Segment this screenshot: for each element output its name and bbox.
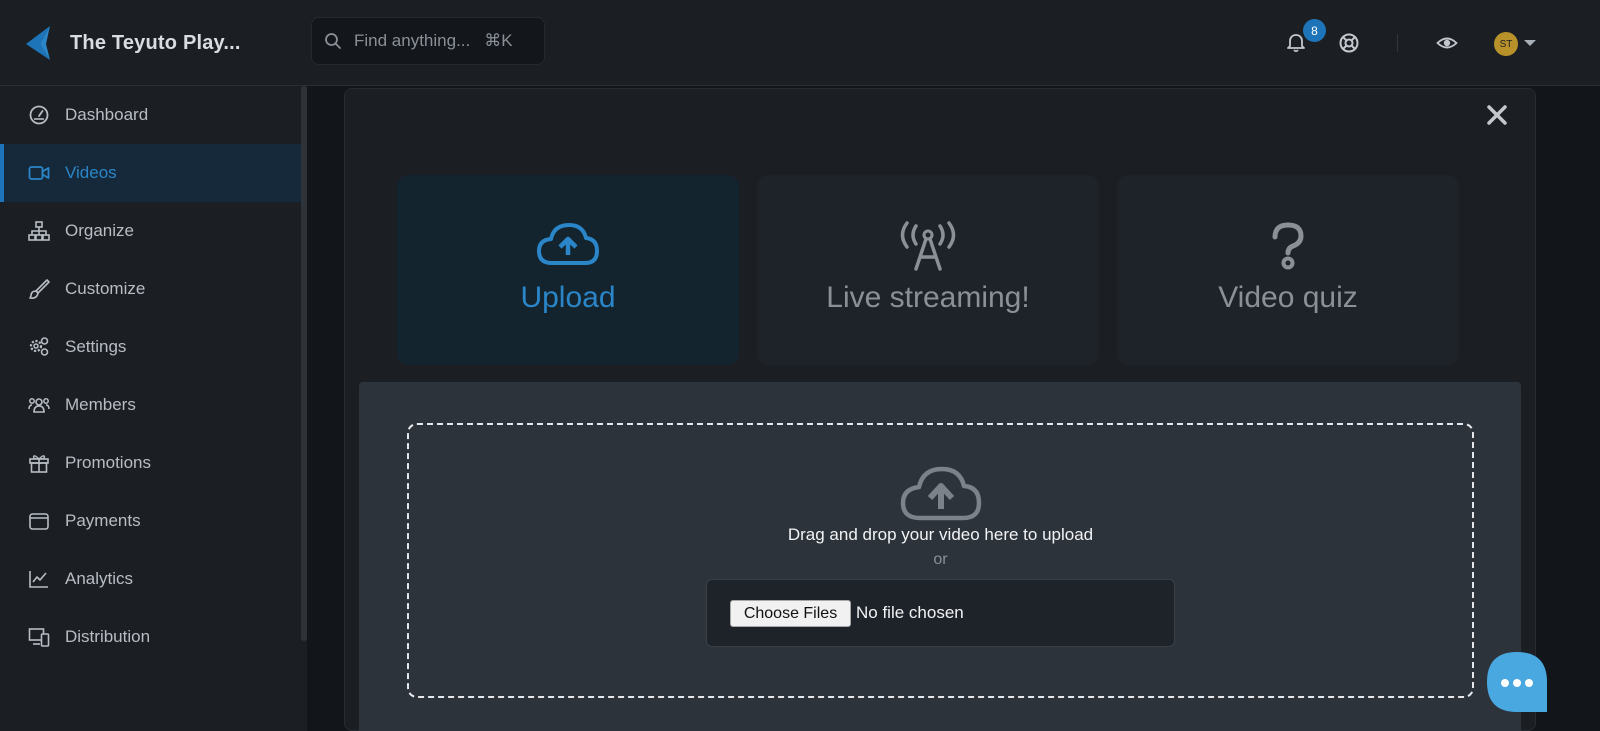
file-status: No file chosen bbox=[856, 603, 964, 622]
search-input[interactable]: Find anything... ⌘K bbox=[311, 17, 545, 65]
teyuto-logo-icon bbox=[26, 26, 50, 60]
users-icon bbox=[28, 398, 50, 413]
sidebar-item-distribution[interactable]: Distribution bbox=[0, 608, 301, 666]
question-icon bbox=[1272, 222, 1304, 270]
sidebar-item-promotions[interactable]: Promotions bbox=[0, 434, 301, 492]
brush-icon bbox=[29, 279, 50, 299]
close-icon[interactable] bbox=[1486, 104, 1508, 126]
search-shortcut: ⌘K bbox=[484, 31, 513, 50]
dropzone-instructions: Drag and drop your video here to upload bbox=[787, 525, 1094, 544]
sidebar-item-label: Customize bbox=[65, 279, 146, 298]
sidebar-item-label: Members bbox=[65, 395, 136, 414]
avatar[interactable]: ST bbox=[1494, 32, 1518, 56]
wallet-icon bbox=[29, 513, 49, 530]
chevron-down-icon[interactable] bbox=[1524, 40, 1536, 46]
tab-upload-label: Upload bbox=[520, 281, 616, 314]
choose-files-button[interactable]: Choose Files bbox=[730, 600, 851, 627]
sidebar-item-label: Analytics bbox=[65, 569, 134, 588]
tab-video-quiz-label: Video quiz bbox=[1218, 281, 1358, 314]
broadcast-tower-icon bbox=[900, 221, 956, 271]
gears-icon bbox=[29, 337, 49, 356]
eye-icon[interactable] bbox=[1436, 32, 1458, 54]
sidebar-item-videos[interactable]: Videos bbox=[0, 144, 301, 202]
gauge-icon bbox=[29, 105, 49, 125]
sidebar-item-label: Payments bbox=[65, 511, 141, 530]
lifebuoy-icon[interactable] bbox=[1338, 32, 1360, 54]
chat-icon[interactable] bbox=[1485, 650, 1549, 714]
sitemap-icon bbox=[28, 221, 50, 241]
search-placeholder: Find anything... bbox=[354, 31, 471, 50]
sidebar-item-label: Dashboard bbox=[65, 105, 149, 124]
sidebar-item-label: Distribution bbox=[65, 627, 151, 646]
devices-icon bbox=[28, 628, 50, 647]
tab-live-streaming-label: Live streaming! bbox=[826, 281, 1030, 314]
cloud-upload-icon bbox=[900, 466, 982, 521]
sidebar-item-customize[interactable]: Customize bbox=[0, 260, 301, 318]
sidebar-item-label: Organize bbox=[65, 221, 134, 240]
tab-live-streaming[interactable]: Live streaming! bbox=[757, 175, 1099, 365]
brand[interactable]: The Teyuto Play... bbox=[24, 24, 241, 62]
tab-video-quiz[interactable]: Video quiz bbox=[1117, 175, 1459, 365]
line-chart-icon bbox=[29, 571, 48, 588]
sidebar-item-label: Promotions bbox=[65, 453, 151, 472]
topbar-divider bbox=[1397, 34, 1398, 52]
tab-upload[interactable]: Upload bbox=[397, 175, 739, 365]
sidebar-item-label: Videos bbox=[65, 163, 117, 182]
brand-name: The Teyuto Play... bbox=[70, 31, 241, 54]
sidebar-item-organize[interactable]: Organize bbox=[0, 202, 301, 260]
dropzone-or: or bbox=[933, 551, 948, 568]
sidebar-item-settings[interactable]: Settings bbox=[0, 318, 301, 376]
sidebar-item-members[interactable]: Members bbox=[0, 376, 301, 434]
notification-badge: 8 bbox=[1303, 19, 1326, 42]
cloud-upload-icon bbox=[537, 223, 599, 265]
video-camera-icon bbox=[28, 166, 50, 180]
search-icon bbox=[325, 33, 341, 49]
sidebar-item-analytics[interactable]: Analytics bbox=[0, 550, 301, 608]
sidebar-item-payments[interactable]: Payments bbox=[0, 492, 301, 550]
sidebar-item-dashboard[interactable]: Dashboard bbox=[0, 86, 301, 144]
sidebar-item-label: Settings bbox=[65, 337, 127, 356]
gift-icon bbox=[29, 455, 49, 473]
